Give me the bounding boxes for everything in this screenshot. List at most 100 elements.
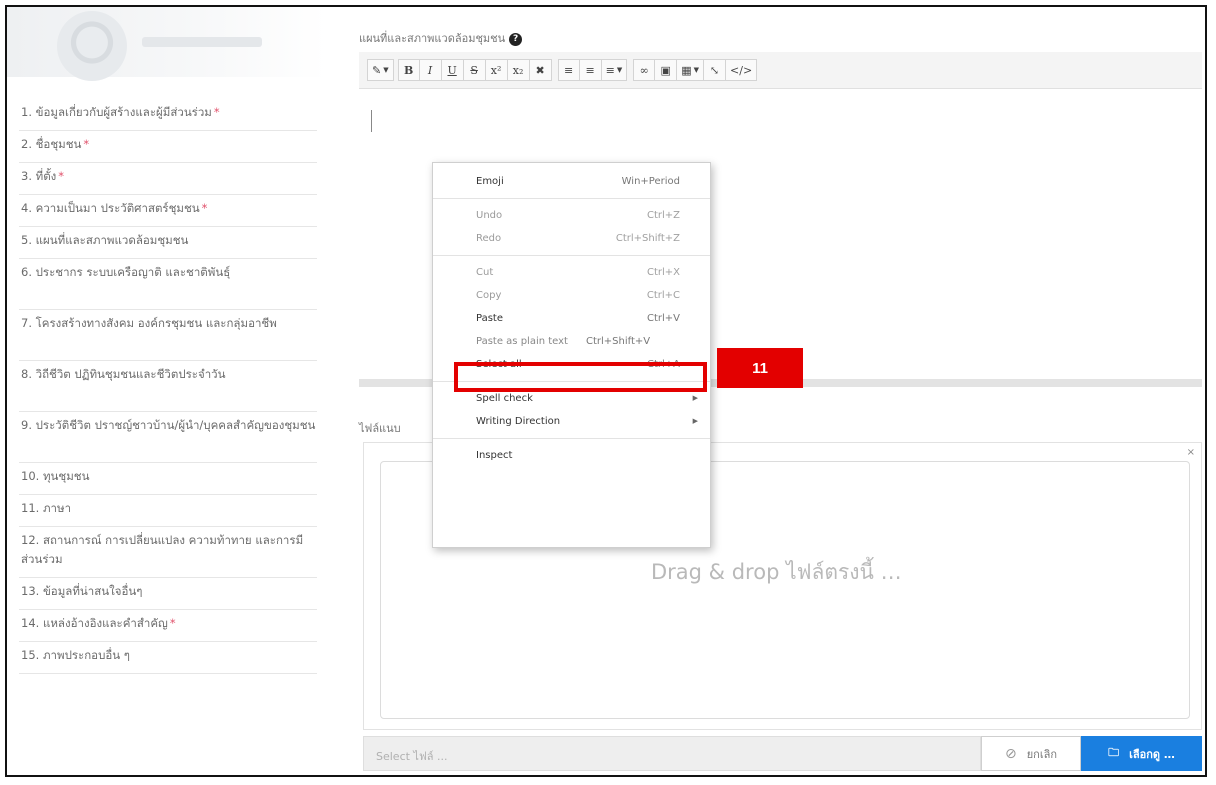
sidebar-item-8[interactable]: 8. วิถีชีวิต ปฏิทินชุมชนและชีวิตประจำวัน xyxy=(19,361,317,412)
menu-item-cut[interactable]: Cut Ctrl+X xyxy=(433,261,710,284)
editor-label-text: แผนที่และสภาพแวดล้อมชุมชน xyxy=(359,32,506,45)
menu-item-shortcut: Ctrl+X xyxy=(646,267,680,278)
sidebar-item-label: 10. ทุนชุมชน xyxy=(21,469,90,483)
menu-item-label: Spell check xyxy=(476,393,533,404)
sidebar-item-13[interactable]: 13. ข้อมูลที่น่าสนใจอื่นๆ xyxy=(19,578,317,610)
sidebar-item-label: 1. ข้อมูลเกี่ยวกับผู้สร้างและผู้มีส่วนร่… xyxy=(21,105,212,119)
caret-down-icon: ▼ xyxy=(383,66,389,74)
table-dropdown-button[interactable]: ▦ ▼ xyxy=(677,59,705,81)
sidebar-item-6[interactable]: 6. ประชากร ระบบเครือญาติ และชาติพันธุ์ xyxy=(19,259,317,310)
table-icon: ▦ xyxy=(681,63,692,77)
menu-item-label: Writing Direction xyxy=(476,416,561,427)
menu-item-shortcut: Ctrl+Shift+Z xyxy=(615,233,680,244)
menu-separator xyxy=(433,438,710,439)
insert-group: ∞ ▣ ▦ ▼ ⤡ </> xyxy=(633,59,758,81)
sidebar-item-label: 4. ความเป็นมา ประวัติศาสตร์ชุมชน xyxy=(21,201,200,215)
sidebar-item-10[interactable]: 10. ทุนชุมชน xyxy=(19,463,317,495)
menu-item-label: Emoji xyxy=(476,176,504,187)
menu-item-shortcut: Ctrl+Z xyxy=(646,210,680,221)
menu-item-label: Redo xyxy=(476,233,502,244)
menu-item-shortcut: Win+Period xyxy=(621,176,680,187)
required-mark: * xyxy=(169,616,176,630)
strikethrough-button[interactable]: S xyxy=(463,59,486,81)
bold-button[interactable]: B xyxy=(397,59,420,81)
menu-item-paste[interactable]: Paste Ctrl+V xyxy=(433,307,710,330)
highlight-box xyxy=(454,362,707,392)
file-name-input[interactable]: Select ไฟล์ ... xyxy=(363,736,981,771)
menu-item-inspect[interactable]: Inspect xyxy=(433,444,710,467)
menu-item-label: Undo xyxy=(476,210,503,221)
sidebar-item-5[interactable]: 5. แผนที่และสภาพแวดล้อมชุมชน xyxy=(19,227,317,259)
menu-separator xyxy=(433,255,710,256)
sidebar-item-1[interactable]: 1. ข้อมูลเกี่ยวกับผู้สร้างและผู้มีส่วนร่… xyxy=(19,99,317,131)
sidebar-item-label: 5. แผนที่และสภาพแวดล้อมชุมชน xyxy=(21,233,189,247)
menu-item-undo[interactable]: Undo Ctrl+Z xyxy=(433,204,710,227)
menu-item-shortcut: Ctrl+Shift+V xyxy=(586,336,651,347)
sidebar-item-11[interactable]: 11. ภาษา xyxy=(19,495,317,527)
ordered-list-button[interactable]: ≡ xyxy=(579,59,602,81)
browse-label: เลือกดู … xyxy=(1129,747,1175,761)
step-badge: 11 xyxy=(717,348,803,388)
menu-item-label: Cut xyxy=(476,267,494,278)
cancel-button[interactable]: ⊘ ยกเลิก xyxy=(981,736,1081,771)
caret-down-icon: ▼ xyxy=(693,66,700,74)
sidebar-item-label: 3. ที่ตั้ง xyxy=(21,169,57,183)
help-icon[interactable]: ? xyxy=(509,32,523,46)
logo-area xyxy=(7,7,327,81)
menu-item-redo[interactable]: Redo Ctrl+Shift+Z xyxy=(433,227,710,250)
image-button[interactable]: ▣ xyxy=(655,59,678,81)
attachment-label: ไฟล์แนบ xyxy=(359,422,401,435)
context-menu: Emoji Win+Period Undo Ctrl+Z Redo Ctrl+Shif… xyxy=(432,162,711,548)
sidebar-item-4[interactable]: 4. ความเป็นมา ประวัติศาสตร์ชุมชน * xyxy=(19,195,317,227)
sidebar-item-3[interactable]: 3. ที่ตั้ง * xyxy=(19,163,317,195)
menu-item-label: Paste xyxy=(476,313,503,324)
menu-item-emoji[interactable]: Emoji Win+Period xyxy=(433,170,710,193)
sidebar-item-14[interactable]: 14. แหล่งอ้างอิงและคำสำคัญ * xyxy=(19,610,317,642)
caret-down-icon: ▼ xyxy=(616,66,623,74)
sidebar-item-9[interactable]: 9. ประวัติชีวิต ปราชญ์ชาวบ้าน/ผู้นำ/บุคค… xyxy=(19,412,317,463)
superscript-button[interactable]: x² xyxy=(485,59,508,81)
underline-button[interactable]: U xyxy=(441,59,464,81)
sidebar-item-label: 14. แหล่งอ้างอิงและคำสำคัญ xyxy=(21,616,168,630)
menu-item-label: Inspect xyxy=(476,450,513,461)
sidebar-item-label: 6. ประชากร ระบบเครือญาติ และชาติพันธุ์ xyxy=(21,265,231,279)
required-mark: * xyxy=(58,169,65,183)
italic-button[interactable]: I xyxy=(419,59,442,81)
sidebar-item-15[interactable]: 15. ภาพประกอบอื่น ๆ xyxy=(19,642,317,674)
unordered-list-button[interactable]: ≡ xyxy=(557,59,580,81)
style-dropdown-button[interactable]: ✎ ▼ xyxy=(367,59,394,81)
text-cursor xyxy=(371,110,372,132)
code-view-button[interactable]: </> xyxy=(726,59,758,81)
magic-wand-icon: ✎ xyxy=(372,63,382,77)
required-mark: * xyxy=(213,105,220,119)
menu-item-copy[interactable]: Copy Ctrl+C xyxy=(433,284,710,307)
sidebar-item-label: 15. ภาพประกอบอื่น ๆ xyxy=(21,648,130,662)
menu-item-paste-plain-text[interactable]: Paste as plain text Ctrl+Shift+V xyxy=(433,330,710,353)
subscript-button[interactable]: x₂ xyxy=(507,59,530,81)
logo-text xyxy=(142,37,262,47)
fullscreen-button[interactable]: ⤡ xyxy=(704,59,727,81)
sidebar-item-12[interactable]: 12. สถานการณ์ การเปลี่ยนแปลง ความท้าทาย … xyxy=(19,527,317,578)
folder-icon: 🗀 xyxy=(1108,746,1120,759)
font-style-group: B I U S x² x₂ ✖ xyxy=(397,59,552,81)
ban-icon: ⊘ xyxy=(1004,745,1017,762)
logo xyxy=(57,11,127,81)
close-icon[interactable]: × xyxy=(1187,447,1195,458)
eraser-button[interactable]: ✖ xyxy=(529,59,552,81)
submenu-arrow-icon: ▶ xyxy=(692,417,698,425)
menu-item-shortcut: Ctrl+V xyxy=(646,313,680,324)
cancel-label: ยกเลิก xyxy=(1026,747,1057,761)
link-button[interactable]: ∞ xyxy=(633,59,656,81)
editor-label: แผนที่และสภาพแวดล้อมชุมชน? xyxy=(359,29,523,47)
sidebar-item-label: 8. วิถีชีวิต ปฏิทินชุมชนและชีวิตประจำวัน xyxy=(21,367,226,381)
menu-item-writing-direction[interactable]: Writing Direction ▶ xyxy=(433,410,710,433)
align-dropdown-button[interactable]: ≡ ▼ xyxy=(601,59,628,81)
sidebar-item-label: 11. ภาษา xyxy=(21,501,72,515)
sidebar-item-2[interactable]: 2. ชื่อชุมชน * xyxy=(19,131,317,163)
browse-button[interactable]: 🗀 เลือกดู … xyxy=(1081,736,1202,771)
align-icon: ≡ xyxy=(605,63,615,77)
sidebar-item-label: 13. ข้อมูลที่น่าสนใจอื่นๆ xyxy=(21,584,143,598)
required-mark: * xyxy=(201,201,208,215)
sidebar-item-7[interactable]: 7. โครงสร้างทางสังคม องค์กรชุมชน และกลุ่… xyxy=(19,310,317,361)
screenshot-frame: 1. ข้อมูลเกี่ยวกับผู้สร้างและผู้มีส่วนร่… xyxy=(5,5,1207,777)
